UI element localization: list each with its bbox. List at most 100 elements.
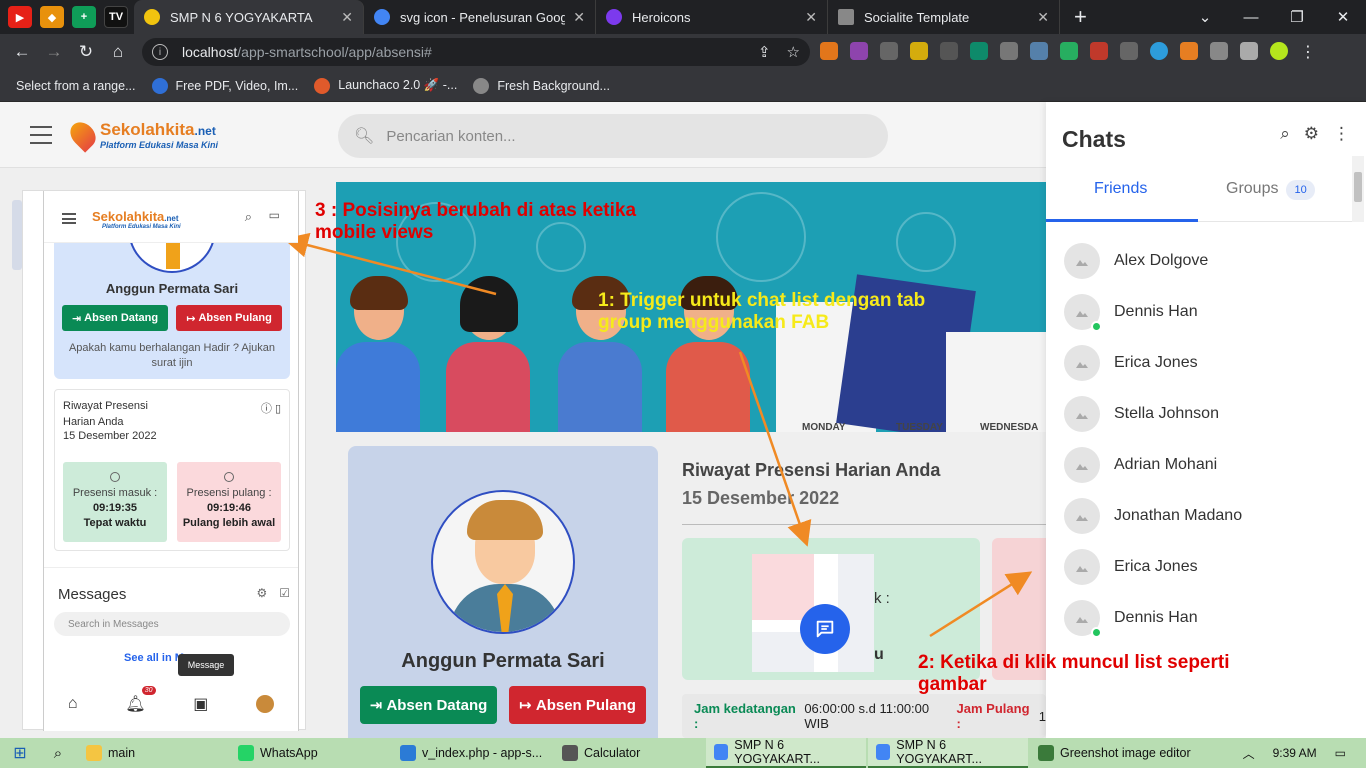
bookmark-4[interactable]: Fresh Background...: [473, 77, 610, 94]
globe-icon: [473, 77, 490, 94]
taskbar-item[interactable]: Greenshot image editor: [1030, 738, 1210, 768]
url-bar[interactable]: i localhost/app-smartschool/app/absensi#…: [142, 38, 810, 66]
chat-icon[interactable]: ▭: [269, 208, 280, 222]
taskbar-item[interactable]: Calculator: [554, 738, 704, 768]
reload-icon[interactable]: ↻: [70, 42, 102, 62]
friend-item[interactable]: Dennis Han: [1064, 600, 1198, 638]
tab-socialite[interactable]: Socialite Template ✕: [828, 0, 1060, 34]
close-tab-icon[interactable]: ✕: [805, 9, 817, 26]
extension-icon[interactable]: [940, 42, 958, 60]
close-tab-icon[interactable]: ✕: [573, 9, 585, 26]
forward-icon[interactable]: →: [38, 42, 70, 62]
extension-icon[interactable]: [880, 42, 898, 60]
extension-icon[interactable]: [1180, 42, 1198, 60]
home-icon[interactable]: ⌂: [68, 695, 78, 713]
content-search-input[interactable]: 🔍︎ Pencarian konten...: [338, 114, 888, 158]
gear-icon[interactable]: ⚙: [256, 586, 267, 600]
friend-item[interactable]: Stella Johnson: [1064, 396, 1219, 432]
close-tab-icon[interactable]: ✕: [341, 9, 353, 26]
windows-taskbar: ⊞ ⌕ main WhatsApp v_index.php - app-s... Ca…: [0, 738, 1366, 768]
extension-icon[interactable]: [1120, 42, 1138, 60]
absen-pulang-button[interactable]: ↦ Absen Pulang: [509, 686, 646, 724]
profile-avatar-icon[interactable]: [256, 695, 275, 713]
extension-icon[interactable]: [850, 42, 868, 60]
taskbar-item[interactable]: WhatsApp: [230, 738, 390, 768]
friend-item[interactable]: Erica Jones: [1064, 345, 1198, 381]
friend-item[interactable]: Adrian Mohani: [1064, 447, 1217, 483]
gear-icon[interactable]: ⚙: [1304, 124, 1319, 144]
absen-datang-button[interactable]: ⇥ Absen Datang: [62, 305, 168, 331]
notifications-icon[interactable]: ▭: [1335, 746, 1346, 760]
app-icon: [238, 745, 254, 761]
chat-fab-button[interactable]: [800, 604, 850, 654]
help-book-icon[interactable]: ⓘ ▯: [261, 400, 281, 416]
scrollbar[interactable]: [1352, 156, 1364, 222]
home-icon[interactable]: ⌂: [102, 42, 134, 62]
back-icon[interactable]: ←: [6, 42, 38, 62]
friend-item[interactable]: Dennis Han: [1064, 294, 1198, 332]
site-info-icon[interactable]: i: [152, 44, 168, 60]
extension-icon[interactable]: [1090, 42, 1108, 60]
bookmark-1[interactable]: Select from a range...: [16, 79, 136, 93]
more-vertical-icon[interactable]: ⋮: [1333, 124, 1350, 144]
profile-avatar-icon[interactable]: [1270, 42, 1288, 60]
friend-item[interactable]: Jonathan Madano: [1064, 498, 1242, 534]
extension-icon[interactable]: [1060, 42, 1078, 60]
message-icon[interactable]: ▣: [193, 694, 208, 714]
app-icon: [714, 744, 729, 760]
tab-search-icon[interactable]: ⌄: [1182, 8, 1228, 26]
riwayat-title: Riwayat Presensi Harian Anda: [682, 460, 941, 480]
bookmark-2[interactable]: Free PDF, Video, Im...: [151, 77, 298, 94]
taskbar-item[interactable]: main: [78, 738, 228, 768]
restore-icon[interactable]: ❐: [1274, 8, 1320, 26]
bookmarks-bar: Select from a range... Free PDF, Video, …: [0, 70, 1366, 102]
bookmark-star-icon[interactable]: ☆: [787, 43, 800, 61]
close-tab-icon[interactable]: ✕: [1037, 9, 1049, 26]
search-icon[interactable]: ⌕: [1280, 124, 1290, 144]
search-icon[interactable]: ⌕: [245, 209, 252, 225]
sekolahkita-logo[interactable]: Sekolahkita.net Platform Edukasi Masa Ki…: [65, 117, 218, 153]
annotation-2: 2: Ketika di klik muncul list seperti ga…: [918, 652, 1230, 695]
absen-datang-button[interactable]: ⇥ Absen Datang: [360, 686, 497, 724]
extension-icon[interactable]: [910, 42, 928, 60]
bell-icon[interactable]: 🔔︎ 30: [125, 686, 156, 714]
bookmark-3[interactable]: Launchaco 2.0 🚀 -...: [314, 77, 457, 94]
taskbar-item[interactable]: v_index.php - app-s...: [392, 738, 552, 768]
mobile-profile-card: Anggun Permata Sari ⇥ Absen Datang ↦ Abs…: [54, 221, 290, 379]
extension-icon[interactable]: [970, 42, 988, 60]
search-icon[interactable]: ⌕: [40, 745, 76, 762]
tab-heroicons[interactable]: Heroicons ✕: [596, 0, 828, 34]
check-square-icon[interactable]: ☑: [279, 586, 290, 600]
close-window-icon[interactable]: ✕: [1320, 8, 1366, 26]
bookmark-favicon-icon: [151, 77, 168, 94]
taskbar-item[interactable]: SMP N 6 YOGYAKART...: [868, 738, 1028, 768]
camera-icon[interactable]: [1000, 42, 1018, 60]
pinned-tab-4[interactable]: TV: [104, 6, 128, 28]
share-icon[interactable]: ⇪: [758, 43, 771, 61]
see-all-link[interactable]: See all in M: [124, 652, 184, 664]
minimize-icon[interactable]: —: [1228, 9, 1274, 26]
taskbar-item[interactable]: SMP N 6 YOGYAKART...: [706, 738, 866, 768]
friend-item[interactable]: Erica Jones: [1064, 549, 1198, 585]
metamask-icon[interactable]: [820, 42, 838, 60]
new-tab-button[interactable]: +: [1074, 4, 1087, 30]
tab-google[interactable]: svg icon - Penelusuran Google ✕: [364, 0, 596, 34]
puzzle-icon[interactable]: [1210, 42, 1228, 60]
tab-smp[interactable]: SMP N 6 YOGYAKARTA ✕: [134, 0, 364, 34]
extension-icon[interactable]: [1150, 42, 1168, 60]
hamburger-menu-icon[interactable]: [62, 213, 76, 224]
sheets-pinned-tab[interactable]: +: [72, 6, 96, 28]
windows-start-icon[interactable]: ⊞: [0, 743, 40, 763]
tab-friends[interactable]: Friends: [1094, 180, 1147, 198]
menu-dots-icon[interactable]: ⋮: [1300, 42, 1318, 61]
messages-search-input[interactable]: Search in Messages: [54, 612, 290, 636]
absen-pulang-button[interactable]: ↦ Absen Pulang: [176, 305, 282, 331]
side-panel-icon[interactable]: [1240, 42, 1258, 60]
extension-icon[interactable]: [1030, 42, 1048, 60]
friend-item[interactable]: Alex Dolgove: [1064, 243, 1208, 279]
tab-groups[interactable]: Groups 10: [1226, 180, 1315, 200]
pinned-tab-2[interactable]: ◆: [40, 6, 64, 28]
chevron-up-icon[interactable]: ︿: [1243, 745, 1255, 762]
hamburger-menu-icon[interactable]: [30, 126, 52, 144]
youtube-pinned-tab[interactable]: ▶: [8, 6, 32, 28]
